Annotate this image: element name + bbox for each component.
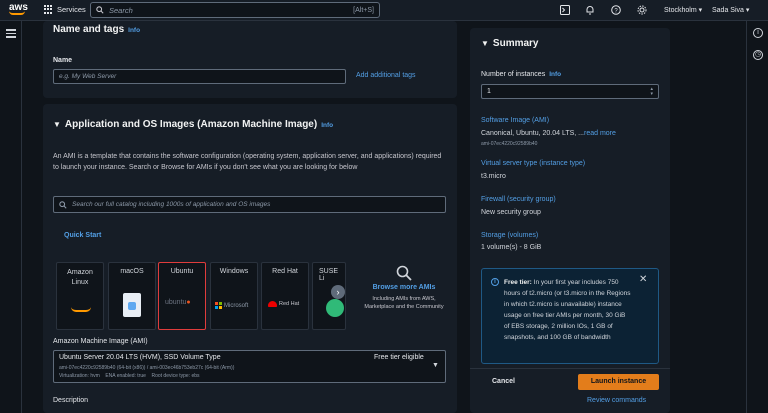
aws-logo-text: aws bbox=[9, 2, 28, 13]
finder-logo-icon bbox=[123, 293, 141, 317]
quick-start-tab[interactable]: Quick Start bbox=[64, 232, 101, 239]
bell-icon[interactable] bbox=[585, 5, 595, 15]
menu-icon[interactable] bbox=[6, 29, 16, 40]
firewall-value: New security group bbox=[481, 209, 541, 216]
name-and-tags-title: Name and tags Info bbox=[53, 24, 141, 35]
collapse-triangle-icon: ▼ bbox=[481, 39, 489, 48]
cloudshell-icon[interactable] bbox=[560, 5, 570, 15]
ami-description: An AMI is a template that contains the s… bbox=[53, 153, 442, 171]
ami-info-link[interactable]: Info bbox=[321, 122, 333, 129]
software-image-value: Canonical, Ubuntu, 20.04 LTS, ...read mo… bbox=[481, 130, 616, 137]
free-tier-eligible-badge: Free tier eligible bbox=[374, 354, 424, 361]
carousel-next-button[interactable]: › bbox=[331, 285, 345, 299]
description-label: Description bbox=[53, 397, 89, 404]
help-icon[interactable]: ? bbox=[611, 5, 621, 15]
dropdown-caret-icon: ▼ bbox=[432, 362, 439, 369]
top-navigation-bar: aws Services Search [Alt+S] ? Stockholm … bbox=[0, 0, 768, 21]
os-tile-amazon-linux[interactable]: Amazon Linux bbox=[56, 262, 104, 330]
ami-search-placeholder: Search our full catalog including 1000s … bbox=[72, 201, 271, 208]
os-tile-label: Red Hat bbox=[272, 268, 298, 275]
instance-type-value: t3.micro bbox=[481, 173, 506, 180]
microsoft-logo-icon: Microsoft bbox=[215, 302, 248, 309]
os-tile-label: macOS bbox=[120, 268, 144, 275]
storage-link[interactable]: Storage (volumes) bbox=[481, 232, 538, 239]
read-more-link[interactable]: read more bbox=[584, 130, 616, 137]
search-shortcut: [Alt+S] bbox=[353, 6, 374, 14]
os-tile-label: Ubuntu bbox=[170, 268, 194, 275]
summary-title[interactable]: ▼ Summary bbox=[481, 38, 539, 49]
info-panel-icon[interactable]: i bbox=[753, 28, 763, 38]
search-placeholder: Search bbox=[109, 5, 133, 15]
name-info-link[interactable]: Info bbox=[128, 27, 140, 34]
account-menu[interactable]: Sada Siva ▾ bbox=[712, 6, 749, 14]
search-icon bbox=[396, 265, 412, 281]
free-tier-title: Free tier: bbox=[504, 279, 532, 286]
stepper-arrows-icon[interactable]: ▴ ▾ bbox=[650, 86, 653, 97]
instances-stepper[interactable]: 1 ▴ ▾ bbox=[481, 84, 659, 99]
search-icon bbox=[96, 6, 104, 14]
free-tier-alert: i Free tier: In your first year includes… bbox=[481, 268, 659, 364]
ami-meta: Virtualization: hvm ENA enabled: true Ro… bbox=[59, 373, 200, 379]
grid-icon bbox=[44, 5, 53, 14]
amazon-logo-icon bbox=[71, 307, 91, 312]
gear-icon[interactable] bbox=[637, 5, 647, 15]
name-input[interactable]: e.g. My Web Server bbox=[53, 69, 346, 84]
search-icon bbox=[59, 200, 67, 209]
collapse-triangle-icon: ▼ bbox=[53, 120, 61, 129]
ami-section-title[interactable]: ▼ Application and OS Images (Amazon Machi… bbox=[53, 119, 333, 130]
os-tile-label: SUSE Li bbox=[319, 268, 339, 282]
ami-ids: ami-07ec4220c92589b40 (64-bit (x86)) / a… bbox=[59, 365, 235, 371]
instances-value: 1 bbox=[487, 88, 491, 95]
summary-divider bbox=[470, 368, 670, 369]
launch-instance-button[interactable]: Launch instance bbox=[578, 374, 659, 390]
aws-logo[interactable]: aws bbox=[9, 3, 28, 15]
os-tile-label: Windows bbox=[219, 268, 249, 275]
search-input[interactable]: Search [Alt+S] bbox=[90, 2, 380, 18]
info-icon: i bbox=[491, 278, 499, 286]
os-tile-macos[interactable]: macOS bbox=[108, 262, 156, 330]
redhat-logo-icon: Red Hat bbox=[268, 301, 299, 307]
ami-select[interactable]: Ubuntu Server 20.04 LTS (HVM), SSD Volum… bbox=[53, 350, 446, 383]
review-commands-link[interactable]: Review commands bbox=[587, 397, 646, 404]
browse-more-amis-link[interactable]: Browse more AMIs bbox=[362, 284, 446, 291]
region-selector[interactable]: Stockholm ▾ bbox=[664, 6, 702, 14]
os-tile-suse[interactable]: SUSE Li › bbox=[312, 262, 346, 330]
services-label: Services bbox=[57, 5, 86, 14]
name-placeholder: e.g. My Web Server bbox=[59, 73, 117, 80]
instances-info-link[interactable]: Info bbox=[549, 71, 561, 78]
ami-search-input[interactable]: Search our full catalog including 1000s … bbox=[53, 196, 446, 213]
instances-label: Number of instances Info bbox=[481, 71, 562, 78]
browse-more-amis[interactable]: Browse more AMIs Including AMIs from AWS… bbox=[362, 262, 446, 330]
software-image-link[interactable]: Software Image (AMI) bbox=[481, 117, 549, 124]
clock-icon[interactable]: ◷ bbox=[753, 50, 763, 60]
ami-name: Ubuntu Server 20.04 LTS (HVM), SSD Volum… bbox=[59, 354, 221, 361]
browse-more-subtext: Including AMIs from AWS, Marketplace and… bbox=[364, 296, 444, 310]
right-utility-bar: i ◷ bbox=[746, 21, 768, 413]
add-additional-tags-link[interactable]: Add additional tags bbox=[356, 72, 416, 79]
free-tier-body: In your first year includes 750 hours of… bbox=[504, 279, 631, 341]
services-menu[interactable]: Services bbox=[44, 5, 86, 14]
name-label: Name bbox=[53, 57, 73, 64]
software-image-id: ami-07ec4220c92589b40 bbox=[481, 141, 538, 147]
firewall-link[interactable]: Firewall (security group) bbox=[481, 196, 556, 203]
os-tile-windows[interactable]: Windows Microsoft bbox=[210, 262, 258, 330]
os-tile-label: Amazon Linux bbox=[67, 269, 93, 286]
ubuntu-logo-icon: ubuntu● bbox=[165, 299, 191, 306]
os-tile-ubuntu[interactable]: Ubuntu ubuntu● bbox=[158, 262, 206, 330]
free-tier-text: Free tier: In your first year includes 7… bbox=[504, 277, 632, 343]
close-icon[interactable]: ✕ bbox=[639, 274, 647, 285]
ami-label: Amazon Machine Image (AMI) bbox=[53, 338, 148, 345]
suse-logo-icon bbox=[326, 299, 344, 317]
cancel-button[interactable]: Cancel bbox=[492, 378, 515, 385]
left-sidebar bbox=[0, 21, 22, 413]
os-tile-red-hat[interactable]: Red Hat Red Hat bbox=[261, 262, 309, 330]
storage-value: 1 volume(s) - 8 GiB bbox=[481, 244, 542, 251]
instance-type-link[interactable]: Virtual server type (instance type) bbox=[481, 160, 585, 167]
